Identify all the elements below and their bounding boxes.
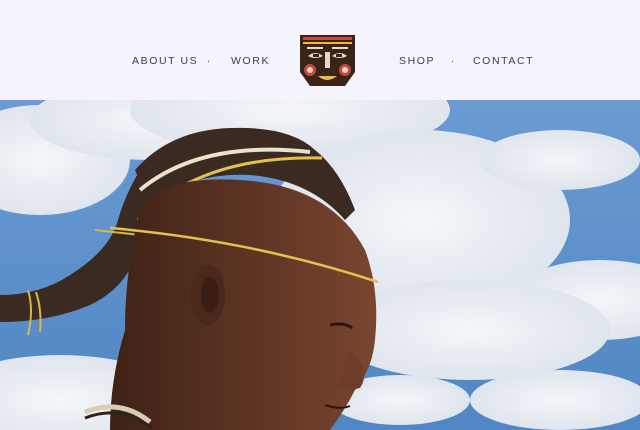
logo-link[interactable] xyxy=(297,32,358,87)
nav-work-link[interactable]: WORK xyxy=(231,55,270,67)
site-header: ABOUT US . WORK SHOP . CONTACT xyxy=(0,0,640,100)
nav-contact-link[interactable]: CONTACT xyxy=(473,55,534,67)
nav-shop-link[interactable]: SHOP xyxy=(399,55,435,67)
nav-separator: . xyxy=(451,53,455,65)
hero-image xyxy=(0,100,640,430)
nav-separator: . xyxy=(207,53,211,65)
hero-photo xyxy=(0,100,640,430)
nav-about-us-link[interactable]: ABOUT US xyxy=(132,55,198,67)
tribal-mask-icon xyxy=(300,35,355,86)
page: ABOUT US . WORK SHOP . CONTACT xyxy=(0,0,640,430)
